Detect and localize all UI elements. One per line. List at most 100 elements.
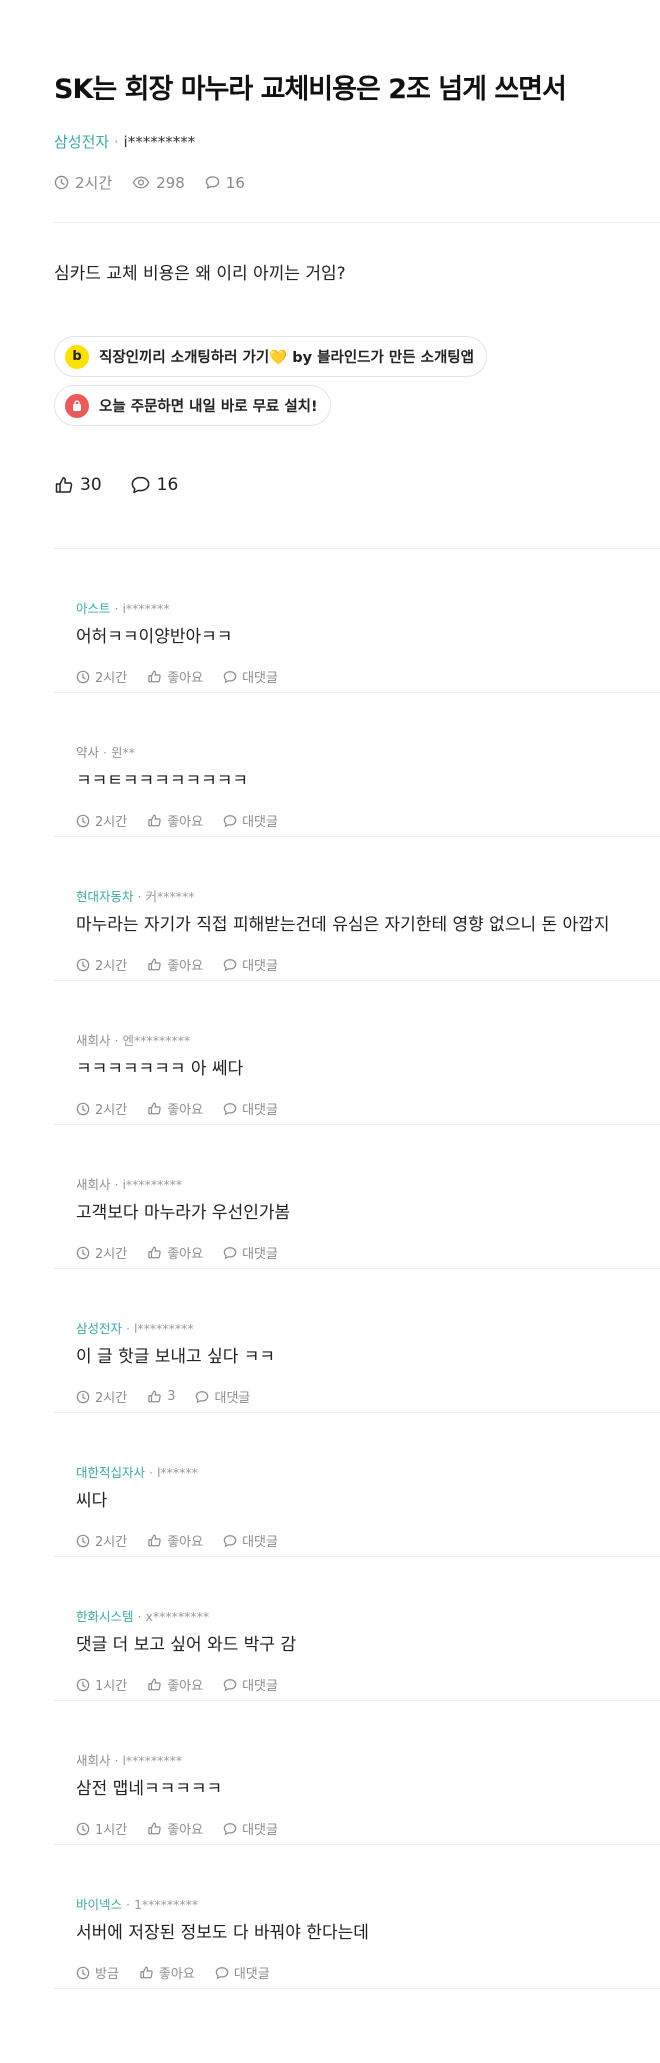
- comment-company[interactable]: 새회사: [76, 1033, 111, 1048]
- comment-meta: 약사 · 윈**: [76, 745, 135, 760]
- comment-company[interactable]: 한화시스템: [76, 1609, 134, 1624]
- comment-like-button[interactable]: 좋아요: [147, 811, 203, 830]
- comment-icon: [223, 670, 237, 683]
- comment-reply-button[interactable]: 대댓글: [195, 1387, 250, 1406]
- clock-icon: [76, 814, 90, 827]
- comment-reply-label: 대댓글: [242, 1679, 278, 1694]
- comment-actions: 2시간 좋아요 대댓글: [76, 1531, 298, 1550]
- comment-item: 새회사 · 엔********* ㅋㅋㅋㅋㅋㅋㅋ 아 쎄다 2시간 좋아요 대댓…: [54, 981, 660, 1124]
- comment-reply-button[interactable]: 대댓글: [223, 667, 278, 686]
- comment-like-button[interactable]: 좋아요: [147, 667, 203, 686]
- ad-banner-dating[interactable]: b 직장인끼리 소개팅하러 가기💛 by 블라인드가 만든 소개팅앱: [54, 336, 487, 377]
- comment-like-button[interactable]: 좋아요: [147, 1531, 203, 1550]
- comment-company[interactable]: 약사: [76, 745, 99, 760]
- comment-time: 2시간: [76, 1387, 127, 1406]
- comment-reply-label: 대댓글: [242, 1103, 278, 1118]
- comment-like-label: 좋아요: [167, 1679, 204, 1694]
- comment-actions: 2시간 좋아요 대댓글: [76, 667, 298, 686]
- comment-like-button[interactable]: 좋아요: [147, 1675, 203, 1694]
- comment-company[interactable]: 대한적십자사: [76, 1465, 145, 1480]
- comment-text: ㅋㅋㅋㅋㅋㅋㅋ 아 쎄다: [76, 1059, 244, 1079]
- like-button[interactable]: 30: [54, 475, 102, 495]
- comment-icon: [196, 1390, 209, 1403]
- comment-reply-button[interactable]: 대댓글: [223, 1099, 278, 1118]
- comment-reply-button[interactable]: 대댓글: [223, 1531, 278, 1550]
- post-comment-count: 16: [225, 173, 245, 192]
- post-stats: 2시간 298 16: [54, 172, 660, 193]
- post-meta: 삼성전자 · i*********: [54, 132, 660, 152]
- thumbs-up-icon: [148, 958, 161, 971]
- blind-logo-icon: b: [65, 344, 89, 369]
- comment-actions: 2시간 좋아요 대댓글: [76, 955, 298, 974]
- comment-reply-label: 대댓글: [214, 1391, 251, 1406]
- meta-separator: ·: [113, 133, 124, 151]
- comment-time-label: 2시간: [95, 671, 128, 686]
- comment-item: 약사 · 윈** ㅋㅋㅌㅋㅋㅋㅋㅋㅋㅋㅋ 2시간 좋아요 대댓글: [54, 693, 660, 836]
- comment-text: 삼전 맵네ㅋㅋㅋㅋㅋ: [76, 1779, 223, 1799]
- comment-author: 엔*********: [122, 1033, 191, 1048]
- post-reactions: 30 16: [54, 475, 206, 495]
- comment-meta: 현대자동차 · 커******: [76, 889, 195, 904]
- comment-like-button[interactable]: 좋아요: [147, 1099, 203, 1118]
- comment-meta: 바이넥스 · 1*********: [76, 1897, 199, 1912]
- comment-item: 새회사 · i********* 고객보다 마누라가 우선인가봄 2시간 좋아요…: [54, 1125, 660, 1268]
- eye-icon: [132, 176, 150, 189]
- comment-time-label: 1시간: [95, 1823, 128, 1838]
- clock-icon: [76, 1678, 90, 1691]
- comment-like-label: 좋아요: [167, 1103, 204, 1118]
- comment-time-label: 2시간: [95, 1391, 128, 1406]
- comment-company[interactable]: 바이넥스: [76, 1897, 122, 1912]
- comment-time: 2시간: [76, 1099, 127, 1118]
- comment-like-label: 좋아요: [167, 1823, 204, 1838]
- comment-button[interactable]: 16: [130, 475, 178, 495]
- comment-actions: 2시간 좋아요 대댓글: [76, 1099, 298, 1118]
- comment-company[interactable]: 삼성전자: [76, 1321, 122, 1336]
- comment-like-label: 3: [167, 1389, 176, 1404]
- comment-reply-button[interactable]: 대댓글: [223, 811, 278, 830]
- comment-reply-label: 대댓글: [242, 1823, 278, 1838]
- comments-stat: 16: [205, 174, 245, 192]
- comment-icon: [223, 1678, 237, 1691]
- comment-text: 어허ㅋㅋ이양반아ㅋㅋ: [76, 627, 233, 647]
- comment-like-button[interactable]: 3: [147, 1389, 175, 1404]
- like-count: 30: [80, 475, 102, 495]
- post-company[interactable]: 삼성전자: [54, 133, 109, 151]
- comment-like-button[interactable]: 좋아요: [147, 1243, 203, 1262]
- comment-company[interactable]: 새회사: [76, 1753, 111, 1768]
- comment-meta: 새회사 · l*********: [76, 1753, 183, 1768]
- comment-reply-button[interactable]: 대댓글: [223, 1819, 278, 1838]
- comment-reply-button[interactable]: 대댓글: [223, 955, 278, 974]
- ad-text: 직장인끼리 소개팅하러 가기💛 by 블라인드가 만든 소개팅앱: [99, 350, 474, 366]
- comment-author: l******: [156, 1465, 198, 1480]
- comment-author: 1*********: [133, 1897, 199, 1912]
- comment-like-button[interactable]: 좋아요: [147, 1819, 203, 1838]
- comment-author: i*******: [122, 601, 170, 616]
- comment-author: 윈**: [110, 745, 135, 760]
- comment-reply-button[interactable]: 대댓글: [223, 1675, 278, 1694]
- clock-icon: [76, 958, 90, 971]
- comment-text: 마누라는 자기가 직접 피해받는건데 유심은 자기한테 영향 없으니 돈 아깝지: [76, 915, 610, 935]
- comment-company[interactable]: 아스트: [76, 601, 111, 616]
- comment-author: l*********: [122, 1753, 183, 1768]
- ad-banner-install[interactable]: 오늘 주문하면 내일 바로 무료 설치!: [54, 385, 331, 426]
- comment-reply-button[interactable]: 대댓글: [223, 1243, 278, 1262]
- clock-icon: [76, 670, 90, 683]
- comment-like-button[interactable]: 좋아요: [139, 1963, 195, 1982]
- thumbs-up-icon: [55, 477, 73, 493]
- comment-icon: [223, 814, 237, 827]
- comment-icon: [223, 1822, 237, 1835]
- comment-text: 댓글 더 보고 싶어 와드 박구 감: [76, 1635, 297, 1655]
- comment-actions: 1시간 좋아요 대댓글: [76, 1675, 298, 1694]
- comment-time: 2시간: [76, 811, 127, 830]
- thumbs-up-icon: [148, 814, 161, 827]
- comment-reply-button[interactable]: 대댓글: [215, 1963, 270, 1982]
- comment-like-label: 좋아요: [167, 959, 204, 974]
- comment-company[interactable]: 새회사: [76, 1177, 111, 1192]
- comment-company[interactable]: 현대자동차: [76, 889, 134, 904]
- comment-time: 방금: [76, 1963, 119, 1982]
- comment-icon: [223, 1102, 237, 1115]
- comment-icon: [131, 476, 150, 494]
- comment-like-button[interactable]: 좋아요: [147, 955, 203, 974]
- comment-time: 2시간: [76, 955, 127, 974]
- comment-text: ㅋㅋㅌㅋㅋㅋㅋㅋㅋㅋㅋ: [76, 771, 249, 791]
